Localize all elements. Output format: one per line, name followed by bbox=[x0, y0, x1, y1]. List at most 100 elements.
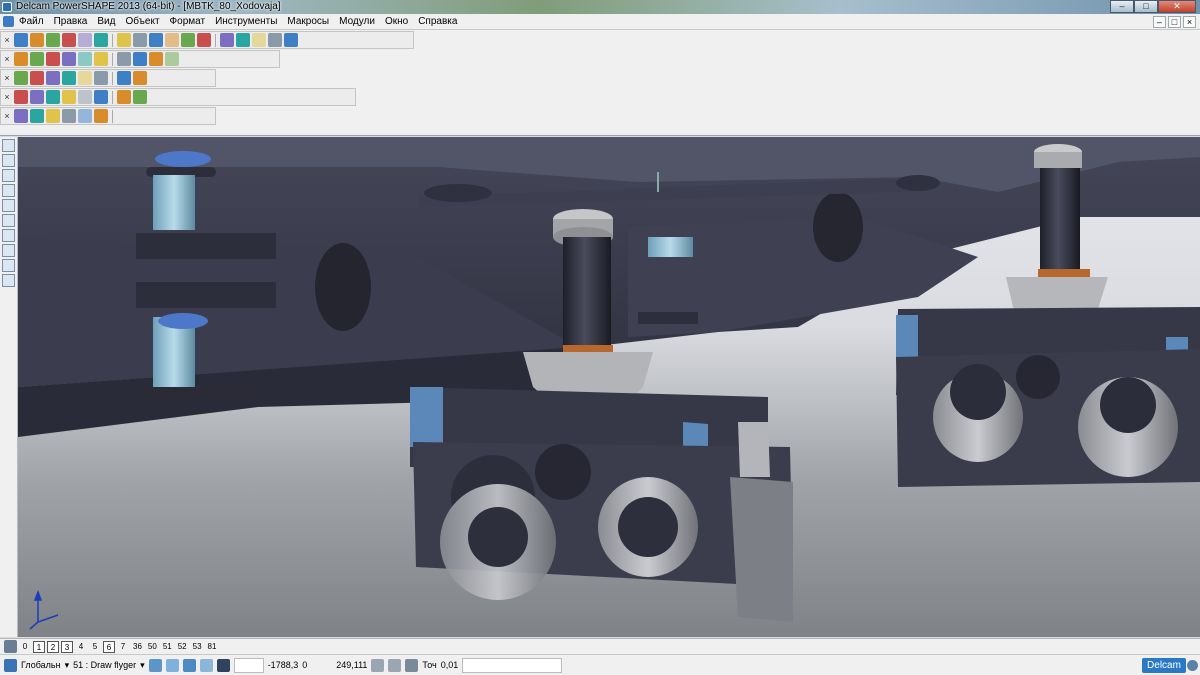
level-51[interactable]: 51 bbox=[161, 641, 174, 653]
snap-icon[interactable] bbox=[148, 658, 162, 672]
level-7[interactable]: 7 bbox=[117, 641, 129, 653]
zoom-box-icon[interactable] bbox=[117, 52, 131, 66]
grid-snap-icon[interactable] bbox=[165, 658, 179, 672]
wireframe-icon[interactable] bbox=[268, 33, 282, 47]
view-front-icon[interactable] bbox=[30, 52, 44, 66]
fillet-icon[interactable] bbox=[94, 90, 108, 104]
solid-icon[interactable] bbox=[252, 33, 266, 47]
input-box[interactable] bbox=[233, 657, 264, 673]
cut-icon[interactable] bbox=[117, 33, 131, 47]
group-icon[interactable] bbox=[62, 71, 76, 85]
measure-icon[interactable] bbox=[284, 33, 298, 47]
dropdown-arrow-icon[interactable]: ▾ bbox=[140, 660, 145, 671]
toolbar-close-icon[interactable]: × bbox=[3, 34, 11, 46]
menu-file[interactable]: Файл bbox=[18, 16, 45, 27]
workplane-icon[interactable] bbox=[4, 658, 17, 672]
zoom-in-icon[interactable] bbox=[78, 52, 92, 66]
layers-icon[interactable] bbox=[4, 640, 17, 653]
level-5[interactable]: 5 bbox=[89, 641, 101, 653]
save-icon[interactable] bbox=[78, 33, 92, 47]
workplane-tool-icon[interactable] bbox=[2, 154, 15, 167]
menu-view[interactable]: Вид bbox=[96, 16, 116, 27]
solid-box-icon[interactable] bbox=[14, 90, 28, 104]
toolbar-close-icon[interactable]: × bbox=[3, 110, 11, 122]
view-side-icon[interactable] bbox=[46, 52, 60, 66]
polygon-tool-icon[interactable] bbox=[2, 214, 15, 227]
mdi-close-button[interactable]: × bbox=[1183, 16, 1196, 28]
chamfer-icon[interactable] bbox=[117, 90, 131, 104]
show-icon[interactable] bbox=[30, 71, 44, 85]
level-0[interactable]: 0 bbox=[19, 641, 31, 653]
menu-edit[interactable]: Правка bbox=[53, 16, 89, 27]
level-4[interactable]: 4 bbox=[75, 641, 87, 653]
undo-icon[interactable] bbox=[14, 33, 28, 47]
copy-icon[interactable] bbox=[133, 33, 147, 47]
view-iso-icon[interactable] bbox=[62, 52, 76, 66]
feature-icon[interactable] bbox=[14, 109, 28, 123]
toolbar-close-icon[interactable]: × bbox=[3, 53, 11, 65]
zoom-all-icon[interactable] bbox=[133, 52, 147, 66]
dropdown-arrow-icon[interactable]: ▾ bbox=[65, 660, 70, 671]
menu-format[interactable]: Формат bbox=[169, 16, 207, 27]
revolve-icon[interactable] bbox=[46, 109, 60, 123]
position-icon[interactable] bbox=[388, 658, 402, 672]
solid-sphere-icon[interactable] bbox=[46, 90, 60, 104]
line-tool-icon[interactable] bbox=[2, 169, 15, 182]
minimize-button[interactable]: – bbox=[1110, 0, 1134, 13]
mdi-minimize-button[interactable]: – bbox=[1153, 16, 1166, 28]
graphics-viewport[interactable] bbox=[18, 137, 1200, 637]
mdi-restore-button[interactable]: □ bbox=[1168, 16, 1181, 28]
line-icon[interactable] bbox=[220, 33, 234, 47]
dimension-tool-icon[interactable] bbox=[2, 274, 15, 287]
level-50[interactable]: 50 bbox=[146, 641, 159, 653]
surface-icon[interactable] bbox=[236, 33, 250, 47]
view-top-icon[interactable] bbox=[14, 52, 28, 66]
shell-icon[interactable] bbox=[133, 90, 147, 104]
circle-icon[interactable] bbox=[197, 33, 211, 47]
close-button[interactable]: ✕ bbox=[1158, 0, 1196, 13]
zoom-out-icon[interactable] bbox=[94, 52, 108, 66]
document-icon[interactable] bbox=[3, 16, 14, 27]
menu-macros[interactable]: Макросы bbox=[286, 16, 330, 27]
boolean-icon[interactable] bbox=[78, 90, 92, 104]
texture-icon[interactable] bbox=[117, 71, 131, 85]
level-53[interactable]: 53 bbox=[191, 641, 204, 653]
maximize-button[interactable]: □ bbox=[1134, 0, 1158, 13]
new-icon[interactable] bbox=[46, 33, 60, 47]
blend-icon[interactable] bbox=[94, 109, 108, 123]
rectangle-tool-icon[interactable] bbox=[2, 199, 15, 212]
point-icon[interactable] bbox=[181, 33, 195, 47]
toolbar-close-icon[interactable]: × bbox=[3, 72, 11, 84]
menu-modules[interactable]: Модули bbox=[338, 16, 376, 27]
level-36[interactable]: 36 bbox=[131, 641, 144, 653]
arc-tool-icon[interactable] bbox=[2, 184, 15, 197]
level-1[interactable]: 1 bbox=[33, 640, 45, 653]
select-icon[interactable] bbox=[165, 33, 179, 47]
curve-tool-icon[interactable] bbox=[2, 259, 15, 272]
calculator-icon[interactable] bbox=[371, 658, 385, 672]
loft-icon[interactable] bbox=[78, 109, 92, 123]
menu-tools[interactable]: Инструменты bbox=[214, 16, 278, 27]
level-2[interactable]: 2 bbox=[47, 640, 59, 653]
menu-object[interactable]: Объект bbox=[124, 16, 160, 27]
level-52[interactable]: 52 bbox=[176, 641, 189, 653]
redo-icon[interactable] bbox=[30, 33, 44, 47]
solid-tool-icon[interactable] bbox=[2, 229, 15, 242]
hide-icon[interactable] bbox=[14, 71, 28, 85]
layer-icon[interactable] bbox=[46, 71, 60, 85]
solid-cyl-icon[interactable] bbox=[30, 90, 44, 104]
print-icon[interactable] bbox=[94, 33, 108, 47]
level-81[interactable]: 81 bbox=[206, 641, 219, 653]
render-icon[interactable] bbox=[165, 52, 179, 66]
grid-icon[interactable] bbox=[216, 658, 230, 672]
rotate-icon[interactable] bbox=[199, 658, 213, 672]
material-icon[interactable] bbox=[78, 71, 92, 85]
level-6[interactable]: 6 bbox=[103, 640, 115, 653]
light-icon[interactable] bbox=[133, 71, 147, 85]
menu-window[interactable]: Окно bbox=[384, 16, 409, 27]
solid-cone-icon[interactable] bbox=[62, 90, 76, 104]
toolbar-close-icon[interactable]: × bbox=[3, 91, 11, 103]
sweep-icon[interactable] bbox=[62, 109, 76, 123]
box-icon[interactable] bbox=[182, 658, 196, 672]
menu-help[interactable]: Справка bbox=[417, 16, 458, 27]
